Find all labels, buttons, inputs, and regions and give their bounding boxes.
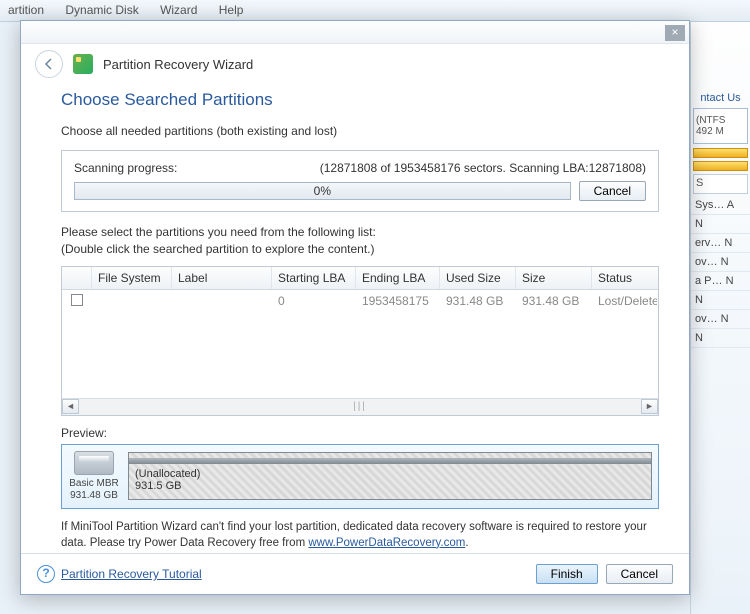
help-icon[interactable]: ? bbox=[37, 565, 55, 583]
menu-item[interactable]: Help bbox=[219, 3, 244, 17]
col-used-size[interactable]: Used Size bbox=[440, 267, 516, 289]
dialog-footer: ? Partition Recovery Tutorial Finish Can… bbox=[21, 553, 689, 594]
col-label[interactable]: Label bbox=[172, 267, 272, 289]
col-filesystem[interactable]: File System bbox=[92, 267, 172, 289]
col-size[interactable]: Size bbox=[516, 267, 592, 289]
dialog-titlebar: × bbox=[21, 21, 689, 44]
table-header: File System Label Starting LBA Ending LB… bbox=[62, 267, 658, 290]
list-item: N bbox=[691, 329, 750, 348]
partitions-table: File System Label Starting LBA Ending LB… bbox=[61, 266, 659, 416]
disk-icon: Basic MBR 931.48 GB bbox=[68, 451, 120, 502]
back-button[interactable] bbox=[35, 50, 63, 78]
partition-chip: (NTFS492 M bbox=[693, 108, 748, 144]
page-subtitle: Choose all needed partitions (both exist… bbox=[61, 124, 659, 138]
scan-cancel-button[interactable]: Cancel bbox=[579, 181, 646, 201]
finish-button[interactable]: Finish bbox=[536, 564, 598, 584]
close-button[interactable]: × bbox=[665, 25, 685, 41]
page-heading: Choose Searched Partitions bbox=[61, 90, 659, 110]
tutorial-link[interactable]: Partition Recovery Tutorial bbox=[61, 567, 202, 581]
menu-item[interactable]: Dynamic Disk bbox=[65, 3, 138, 17]
arrow-left-icon bbox=[43, 58, 55, 70]
scroll-right-arrow[interactable]: ► bbox=[641, 399, 658, 414]
horizontal-scrollbar[interactable]: ◄ ||| ► bbox=[62, 398, 658, 415]
table-row[interactable]: 0 1953458175 931.48 GB 931.48 GB Lost/De… bbox=[62, 290, 658, 313]
wizard-title: Partition Recovery Wizard bbox=[103, 57, 253, 72]
partition-bar bbox=[693, 148, 748, 158]
col-status[interactable]: Status bbox=[592, 267, 658, 289]
main-menu-bar: artition Dynamic Disk Wizard Help bbox=[0, 0, 750, 22]
preview-label: Preview: bbox=[61, 426, 659, 440]
list-item: N bbox=[691, 291, 750, 310]
col-starting-lba[interactable]: Starting LBA bbox=[272, 267, 356, 289]
list-item: N bbox=[691, 215, 750, 234]
scan-progress-group: Scanning progress: (12871808 of 19534581… bbox=[61, 150, 659, 212]
scan-progress-bar: 0% bbox=[74, 182, 571, 200]
background-panel: ntact Us (NTFS492 M S Sys… A N erv… N ov… bbox=[690, 22, 750, 614]
instructions: Please select the partitions you need fr… bbox=[61, 224, 659, 258]
list-item: a P… N bbox=[691, 272, 750, 291]
list-item: erv… N bbox=[691, 234, 750, 253]
scan-label: Scanning progress: bbox=[74, 161, 177, 175]
cancel-button[interactable]: Cancel bbox=[606, 564, 673, 584]
list-item: ov… N bbox=[691, 253, 750, 272]
partition-recovery-wizard-dialog: × Partition Recovery Wizard Choose Searc… bbox=[20, 20, 690, 595]
app-icon bbox=[73, 54, 93, 74]
column-header: S bbox=[693, 174, 748, 194]
scan-status: (12871808 of 1953458176 sectors. Scannin… bbox=[320, 161, 646, 175]
list-item: ov… N bbox=[691, 310, 750, 329]
scroll-left-arrow[interactable]: ◄ bbox=[62, 399, 79, 414]
col-ending-lba[interactable]: Ending LBA bbox=[356, 267, 440, 289]
contact-us-label[interactable]: ntact Us bbox=[691, 92, 750, 104]
hard-disk-icon bbox=[74, 451, 114, 475]
power-data-recovery-link[interactable]: www.PowerDataRecovery.com bbox=[308, 537, 465, 549]
row-checkbox[interactable] bbox=[71, 294, 83, 306]
recovery-tip: If MiniTool Partition Wizard can't find … bbox=[61, 519, 659, 551]
partition-bar bbox=[693, 161, 748, 171]
menu-item[interactable]: Wizard bbox=[160, 3, 197, 17]
menu-item[interactable]: artition bbox=[8, 3, 44, 17]
list-item: Sys… A bbox=[691, 196, 750, 215]
partition-preview-bar[interactable]: (Unallocated) 931.5 GB bbox=[128, 452, 652, 500]
partition-name: (Unallocated) bbox=[135, 468, 645, 480]
preview-panel: Basic MBR 931.48 GB (Unallocated) 931.5 … bbox=[61, 444, 659, 509]
partition-size: 931.5 GB bbox=[135, 480, 645, 492]
